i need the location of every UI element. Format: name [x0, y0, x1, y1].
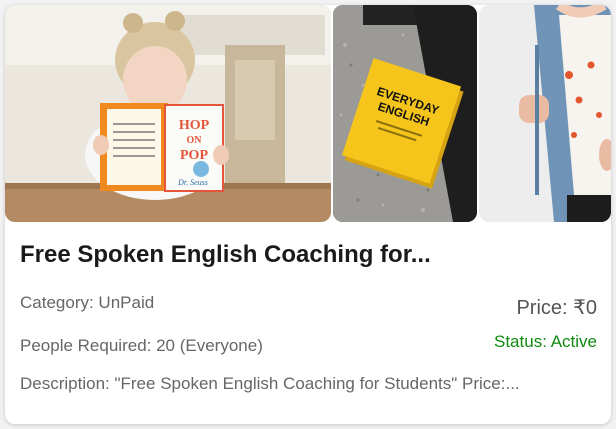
photo-child-reading[interactable]: HOP ON POP Dr. Seuss	[5, 5, 331, 222]
description-text: Description: "Free Spoken English Coachi…	[20, 374, 520, 393]
book-title-pop: POP	[180, 148, 208, 163]
status-badge: Status: Active	[494, 332, 597, 351]
book-orange	[100, 103, 168, 191]
listing-card[interactable]: HOP ON POP Dr. Seuss EVERYDAY ENGLISH Fr…	[5, 5, 611, 424]
book-author: Dr. Seuss	[177, 178, 208, 187]
book-title-hop: HOP	[179, 118, 210, 133]
book-hop-on-pop: HOP ON POP Dr. Seuss	[164, 104, 224, 192]
people-required-label: People Required: 20 (Everyone)	[20, 336, 263, 355]
photo-everyday-english-book[interactable]: EVERYDAY ENGLISH	[333, 5, 477, 222]
listing-title[interactable]: Free Spoken English Coaching for...	[20, 241, 600, 269]
photo-denim-jacket[interactable]	[479, 5, 611, 222]
book-title-on: ON	[187, 135, 203, 146]
price-label: Price: ₹0	[516, 297, 597, 319]
category-label: Category: UnPaid	[20, 293, 155, 312]
image-gallery: HOP ON POP Dr. Seuss EVERYDAY ENGLISH	[5, 5, 611, 222]
